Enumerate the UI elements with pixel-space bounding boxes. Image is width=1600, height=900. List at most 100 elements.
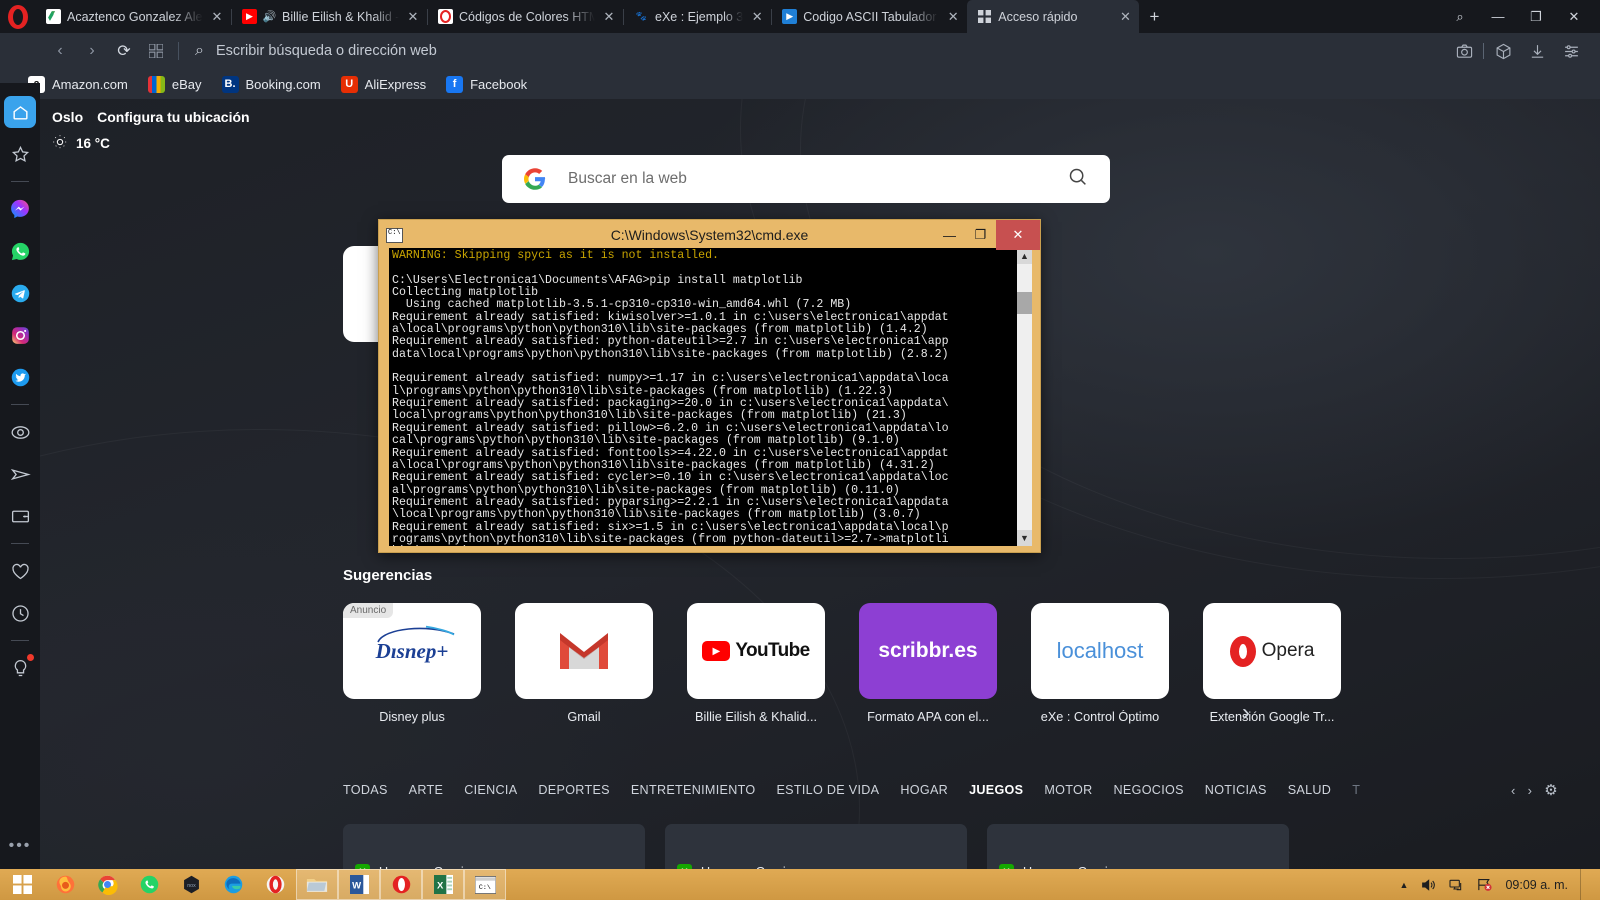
gear-icon[interactable]: ⚙	[1544, 781, 1558, 799]
suggestion-tile-gmail[interactable]: Gmail	[515, 603, 653, 724]
cmd-window[interactable]: C:\ C:\Windows\System32\cmd.exe — ❐ ✕ WA…	[378, 219, 1041, 553]
back-button[interactable]: ‹	[44, 33, 76, 69]
bookmark-ebay[interactable]: eBay	[147, 75, 202, 93]
sidebar-item-wallet[interactable]	[4, 500, 36, 532]
carousel-next-button[interactable]: ›	[1242, 699, 1250, 727]
tab-close-icon[interactable]: ✕	[209, 9, 225, 25]
browser-tab[interactable]: Códigos de Colores HTML ✕	[428, 0, 623, 33]
bookmark-facebook[interactable]: f Facebook	[446, 75, 527, 93]
suggestion-tile-scribbr[interactable]: scribbr.es Formato APA con el...	[859, 603, 997, 724]
volume-icon[interactable]	[1420, 877, 1436, 893]
scroll-up-arrow[interactable]: ▲	[1017, 248, 1032, 264]
sidebar-item-tips[interactable]	[4, 652, 36, 684]
news-tab-entretenimiento[interactable]: ENTRETENIMIENTO	[631, 783, 756, 797]
close-window-button[interactable]: ✕	[1556, 0, 1592, 33]
reload-button[interactable]: ⟳	[108, 33, 140, 69]
news-tab-todas[interactable]: TODAS	[343, 783, 388, 797]
suggestion-tile-youtube[interactable]: ▶ YouTube Billie Eilish & Khalid...	[687, 603, 825, 724]
cmd-title-bar[interactable]: C:\ C:\Windows\System32\cmd.exe — ❐ ✕	[379, 220, 1040, 250]
suggestion-tile-opera[interactable]: Opera Extensión Google Tr...	[1203, 603, 1341, 724]
cmd-console-body[interactable]: WARNING: Skipping spyci as it is not ins…	[389, 248, 1032, 546]
sidebar-item-twitter[interactable]	[4, 361, 36, 393]
address-bar[interactable]: ⌕ Escribir búsqueda o dirección web	[185, 37, 1449, 65]
sidebar-item-history[interactable]	[4, 597, 36, 629]
browser-tab[interactable]: ▶ Codigo ASCII Tabulador ho ✕	[772, 0, 967, 33]
cube-icon[interactable]	[1488, 36, 1518, 66]
news-tab-deportes[interactable]: DEPORTES	[538, 783, 609, 797]
bookmark-aliexpress[interactable]: U AliExpress	[340, 75, 426, 93]
scroll-down-arrow[interactable]: ▼	[1017, 530, 1032, 546]
cmd-maximize-button[interactable]: ❐	[965, 220, 996, 250]
new-tab-button[interactable]: +	[1139, 0, 1169, 33]
sidebar-item-send-icon[interactable]	[4, 458, 36, 490]
excel-icon[interactable]: X	[422, 869, 464, 900]
cmd-scrollbar[interactable]: ▲ ▼	[1016, 248, 1032, 546]
forward-button[interactable]: ›	[76, 33, 108, 69]
sidebar-item-player[interactable]	[4, 416, 36, 448]
opera-browser-icon[interactable]	[380, 869, 422, 900]
cmd-taskbar-icon[interactable]: C:\	[464, 869, 506, 900]
cmd-terminal-output[interactable]: WARNING: Skipping spyci as it is not ins…	[389, 248, 1016, 546]
firefox-icon[interactable]	[44, 869, 86, 900]
news-tab-noticias[interactable]: NOTICIAS	[1205, 783, 1267, 797]
news-prev-button[interactable]: ‹	[1511, 783, 1516, 798]
browser-tab[interactable]: 🐾 eXe : Ejemplo 3 ✕	[624, 0, 771, 33]
tray-chevron-icon[interactable]: ▲	[1400, 880, 1409, 890]
news-tab-juegos[interactable]: JUEGOS	[969, 783, 1023, 797]
camera-icon[interactable]	[1449, 36, 1479, 66]
show-desktop-button[interactable]	[1580, 869, 1588, 900]
bookmark-amazon[interactable]: a Amazon.com	[28, 75, 128, 93]
audio-playing-icon[interactable]: 🔊	[263, 9, 276, 24]
suggestion-tile-localhost[interactable]: localhost eXe : Control Óptimo	[1031, 603, 1169, 724]
news-tab-motor[interactable]: MOTOR	[1044, 783, 1092, 797]
speeddial-button[interactable]	[140, 33, 172, 69]
sidebar-item-telegram[interactable]	[4, 277, 36, 309]
tab-close-icon[interactable]: ✕	[749, 9, 765, 25]
action-center-icon[interactable]	[1476, 876, 1493, 893]
news-card[interactable]: U Unocero: Gaming	[343, 824, 645, 869]
browser-tab[interactable]: ▶ 🔊 Billie Eilish & Khalid - lo ✕	[232, 0, 427, 33]
news-tab-arte[interactable]: ARTE	[409, 783, 444, 797]
sidebar-item-instagram[interactable]	[4, 319, 36, 351]
network-icon[interactable]	[1448, 877, 1464, 893]
tab-close-icon[interactable]: ✕	[601, 9, 617, 25]
weather-widget[interactable]: Oslo Configura tu ubicación 16 °C	[52, 109, 250, 153]
news-tab-salud[interactable]: SALUD	[1288, 783, 1332, 797]
edge-icon[interactable]	[212, 869, 254, 900]
news-tab-ciencia[interactable]: CIENCIA	[464, 783, 517, 797]
windows-start-icon[interactable]	[0, 869, 44, 900]
web-search-box[interactable]: Buscar en la web	[502, 155, 1110, 203]
tab-close-icon[interactable]: ✕	[1117, 9, 1133, 25]
sidebar-item-whatsapp[interactable]	[4, 235, 36, 267]
minimize-button[interactable]: —	[1480, 0, 1516, 33]
cmd-minimize-button[interactable]: —	[934, 220, 965, 250]
bookmark-booking[interactable]: B. Booking.com	[221, 75, 321, 93]
news-next-button[interactable]: ›	[1528, 783, 1533, 798]
news-tab-negocios[interactable]: NEGOCIOS	[1114, 783, 1184, 797]
opera-small-icon[interactable]	[254, 869, 296, 900]
news-tab-estilo-de-vida[interactable]: ESTILO DE VIDA	[776, 783, 879, 797]
nox-icon[interactable]: nox	[170, 869, 212, 900]
maximize-button[interactable]: ❐	[1518, 0, 1554, 33]
browser-tab[interactable]: Acaztenco Gonzalez Alexis ✕	[36, 0, 231, 33]
news-tab-truncated[interactable]: T	[1352, 783, 1360, 797]
sidebar-item-messenger[interactable]	[4, 193, 36, 225]
scrollbar-thumb[interactable]	[1017, 292, 1032, 314]
news-tab-hogar[interactable]: HOGAR	[900, 783, 948, 797]
news-card[interactable]: U Unocero: Gaming	[987, 824, 1289, 869]
whatsapp-icon[interactable]	[128, 869, 170, 900]
search-icon[interactable]	[1067, 166, 1088, 193]
word-icon[interactable]: W	[338, 869, 380, 900]
sidebar-item-heart[interactable]	[4, 555, 36, 587]
sidebar-more-button[interactable]: •••	[9, 837, 32, 855]
sidebar-item-home[interactable]	[4, 96, 36, 128]
sidebar-item-favorites[interactable]	[4, 138, 36, 170]
tab-search-icon[interactable]: ⌕	[1442, 0, 1478, 33]
file-explorer-icon[interactable]	[296, 869, 338, 900]
browser-tab-active[interactable]: Acceso rápido ✕	[967, 0, 1140, 33]
tab-close-icon[interactable]: ✕	[945, 9, 961, 25]
tab-close-icon[interactable]: ✕	[405, 9, 421, 25]
chrome-icon[interactable]	[86, 869, 128, 900]
download-icon[interactable]	[1522, 36, 1552, 66]
cmd-close-button[interactable]: ✕	[996, 220, 1040, 250]
